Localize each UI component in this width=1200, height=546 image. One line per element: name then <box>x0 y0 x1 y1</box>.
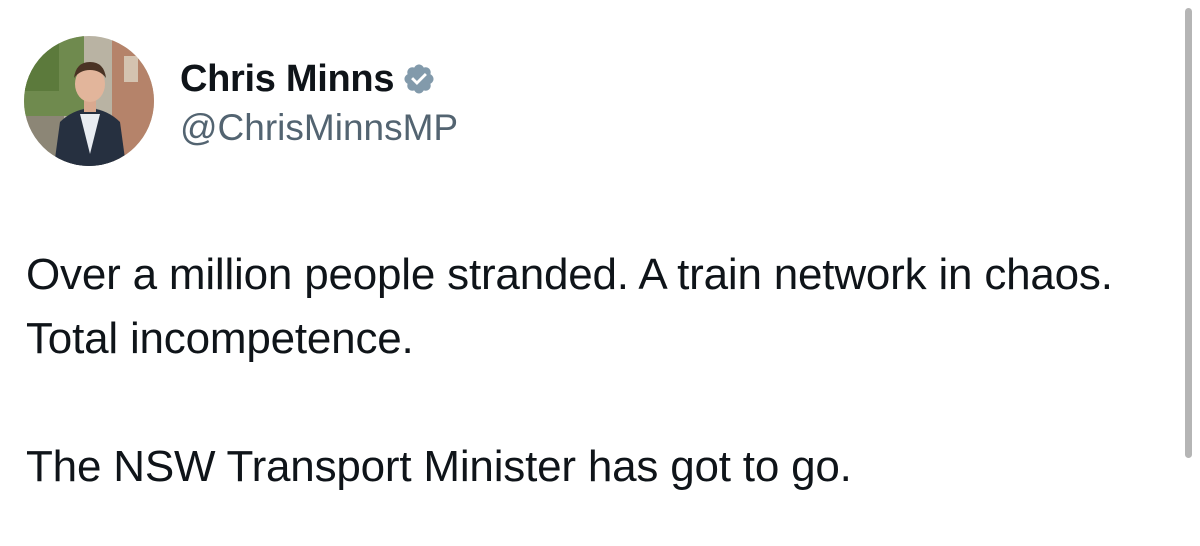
author-handle[interactable]: @ChrisMinnsMP <box>180 107 458 149</box>
avatar[interactable] <box>24 36 154 166</box>
verified-badge-icon <box>402 62 436 96</box>
tweet-card: Chris Minns @ChrisMinnsMP Over a million… <box>0 0 1200 546</box>
tweet-header: Chris Minns @ChrisMinnsMP <box>24 36 458 166</box>
tweet-text: Over a million people stranded. A train … <box>26 243 1156 499</box>
tweet-paragraph-1: Over a million people stranded. A train … <box>26 250 1113 363</box>
scrollbar[interactable] <box>1185 8 1192 458</box>
tweet-paragraph-2: The NSW Transport Minister has got to go… <box>26 442 852 491</box>
display-name[interactable]: Chris Minns <box>180 58 394 101</box>
name-row: Chris Minns <box>180 53 458 105</box>
author-info: Chris Minns @ChrisMinnsMP <box>180 53 458 149</box>
avatar-photo <box>24 36 154 166</box>
